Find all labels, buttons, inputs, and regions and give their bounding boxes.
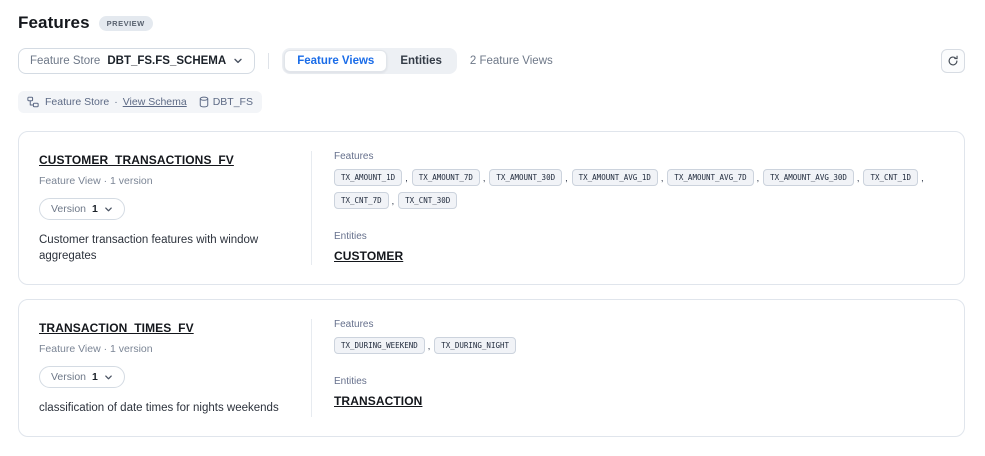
features-page: Features PREVIEW Feature Store DBT_FS.FS… <box>0 0 985 437</box>
breadcrumb-database: DBT_FS <box>199 96 253 108</box>
card-detail-column: Features TX_AMOUNT_1D,TX_AMOUNT_7D,TX_AM… <box>312 151 964 265</box>
features-label: Features <box>334 319 942 330</box>
breadcrumb-separator: · <box>114 96 118 108</box>
feature-view-subtitle: Feature View · 1 version <box>39 343 291 355</box>
feature-chip-item: TX_AMOUNT_AVG_7D, <box>667 169 759 186</box>
feature-view-list: CUSTOMER_TRANSACTIONS_FV Feature View · … <box>18 131 965 437</box>
feature-chip: TX_AMOUNT_1D <box>334 169 402 186</box>
feature-chip-item: TX_AMOUNT_30D, <box>489 169 567 186</box>
feature-chip-item: TX_DURING_NIGHT <box>434 337 516 354</box>
chip-separator: , <box>392 196 395 206</box>
feature-chip-item: TX_DURING_WEEKEND, <box>334 337 430 354</box>
chip-separator: , <box>921 173 924 183</box>
breadcrumb-store-label: Feature Store <box>45 96 109 108</box>
view-schema-link[interactable]: View Schema <box>123 96 187 108</box>
feature-store-selector-value: DBT_FS.FS_SCHEMA <box>107 55 226 67</box>
toolbar-divider <box>268 53 269 69</box>
feature-chip-item: TX_CNT_1D, <box>863 169 923 186</box>
entities-label: Entities <box>334 376 942 387</box>
feature-chip: TX_AMOUNT_30D <box>489 169 562 186</box>
feature-chip-item: TX_CNT_7D, <box>334 192 394 209</box>
features-label: Features <box>334 151 942 162</box>
feature-chip-item: TX_AMOUNT_AVG_30D, <box>763 169 859 186</box>
chevron-down-icon <box>233 56 243 66</box>
chip-separator: , <box>483 173 486 183</box>
entity-link-list: TRANSACTION <box>334 387 942 410</box>
feature-store-selector[interactable]: Feature Store DBT_FS.FS_SCHEMA <box>18 48 255 74</box>
feature-chip-item: TX_AMOUNT_1D, <box>334 169 408 186</box>
entity-link[interactable]: TRANSACTION <box>334 394 422 408</box>
feature-chip-item: TX_AMOUNT_AVG_1D, <box>572 169 664 186</box>
preview-badge: PREVIEW <box>99 16 153 31</box>
version-value: 1 <box>92 203 98 215</box>
refresh-button[interactable] <box>941 49 965 73</box>
title-row: Features PREVIEW <box>18 0 965 33</box>
feature-view-description: Customer transaction features with windo… <box>39 233 291 264</box>
feature-views-count: 2 Feature Views <box>470 55 553 67</box>
version-label: Version <box>51 371 86 383</box>
feature-view-name-link[interactable]: TRANSACTION_TIMES_FV <box>39 321 194 335</box>
feature-chip-item: TX_CNT_30D <box>398 192 457 209</box>
schema-icon <box>27 96 39 108</box>
card-detail-column: Features TX_DURING_WEEKEND,TX_DURING_NIG… <box>312 319 964 417</box>
chip-separator: , <box>405 173 408 183</box>
version-value: 1 <box>92 371 98 383</box>
tab-feature-views[interactable]: Feature Views <box>284 50 387 72</box>
entities-label: Entities <box>334 231 942 242</box>
feature-chip: TX_CNT_7D <box>334 192 389 209</box>
feature-chip-list: TX_AMOUNT_1D,TX_AMOUNT_7D,TX_AMOUNT_30D,… <box>334 169 934 209</box>
feature-view-description: classification of date times for nights … <box>39 401 291 417</box>
feature-chip: TX_DURING_WEEKEND <box>334 337 425 354</box>
feature-view-name-link[interactable]: CUSTOMER_TRANSACTIONS_FV <box>39 153 234 167</box>
version-selector[interactable]: Version 1 <box>39 198 125 220</box>
entity-link[interactable]: CUSTOMER <box>334 249 403 263</box>
breadcrumb-database-name: DBT_FS <box>213 96 253 108</box>
feature-view-card: TRANSACTION_TIMES_FV Feature View · 1 ve… <box>18 299 965 437</box>
database-icon <box>199 96 209 108</box>
feature-chip-item: TX_AMOUNT_7D, <box>412 169 486 186</box>
breadcrumb: Feature Store · View Schema DBT_FS <box>18 91 262 113</box>
feature-view-subtitle: Feature View · 1 version <box>39 175 291 187</box>
chip-separator: , <box>857 173 860 183</box>
chip-separator: , <box>428 341 431 351</box>
toolbar: Feature Store DBT_FS.FS_SCHEMA Feature V… <box>18 48 965 74</box>
feature-chip: TX_AMOUNT_AVG_1D <box>572 169 658 186</box>
version-selector[interactable]: Version 1 <box>39 366 125 388</box>
entity-link-list: CUSTOMER <box>334 242 942 265</box>
feature-chip: TX_CNT_30D <box>398 192 457 209</box>
chip-separator: , <box>661 173 664 183</box>
chevron-down-icon <box>104 205 113 214</box>
version-label: Version <box>51 203 86 215</box>
feature-chip: TX_AMOUNT_AVG_30D <box>763 169 854 186</box>
feature-chip: TX_CNT_1D <box>863 169 918 186</box>
feature-chip: TX_AMOUNT_7D <box>412 169 480 186</box>
page-title: Features <box>18 13 90 33</box>
chevron-down-icon <box>104 373 113 382</box>
tab-entities[interactable]: Entities <box>387 50 455 72</box>
feature-chip: TX_AMOUNT_AVG_7D <box>667 169 753 186</box>
chip-separator: , <box>757 173 760 183</box>
feature-chip-list: TX_DURING_WEEKEND,TX_DURING_NIGHT <box>334 337 934 354</box>
feature-store-selector-label: Feature Store <box>30 55 100 67</box>
card-summary-column: CUSTOMER_TRANSACTIONS_FV Feature View · … <box>19 151 311 265</box>
chip-separator: , <box>565 173 568 183</box>
feature-view-card: CUSTOMER_TRANSACTIONS_FV Feature View · … <box>18 131 965 285</box>
refresh-icon <box>947 55 959 67</box>
tab-group: Feature Views Entities <box>282 48 457 74</box>
card-summary-column: TRANSACTION_TIMES_FV Feature View · 1 ve… <box>19 319 311 417</box>
feature-chip: TX_DURING_NIGHT <box>434 337 516 354</box>
